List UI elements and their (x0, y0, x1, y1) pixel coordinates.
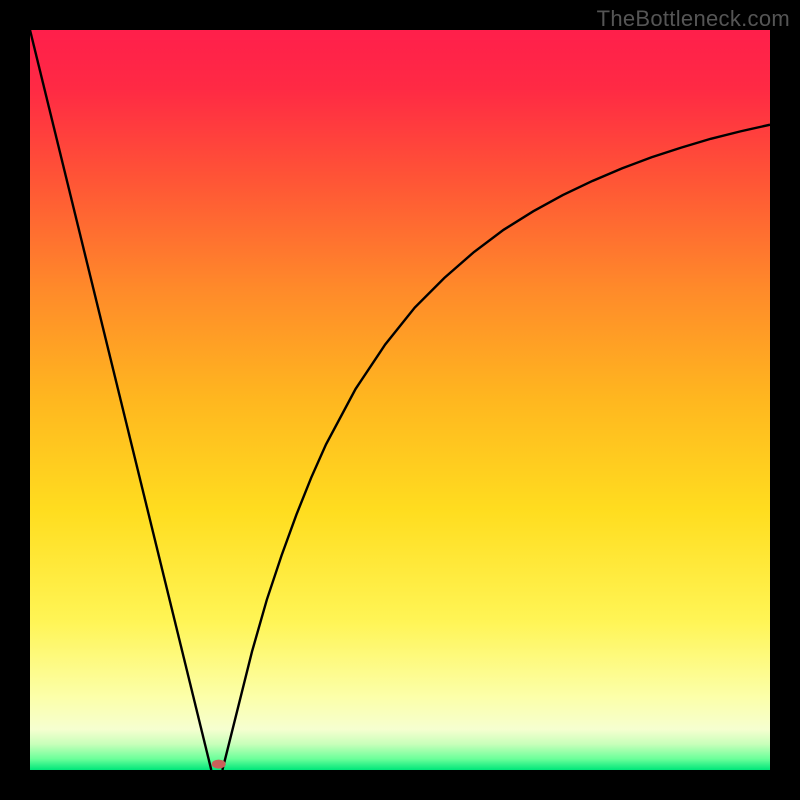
gradient-background (30, 30, 770, 770)
chart-svg (30, 30, 770, 770)
plot-area (30, 30, 770, 770)
chart-frame: TheBottleneck.com (0, 0, 800, 800)
marker-dot (212, 760, 226, 769)
watermark-text: TheBottleneck.com (597, 6, 790, 32)
